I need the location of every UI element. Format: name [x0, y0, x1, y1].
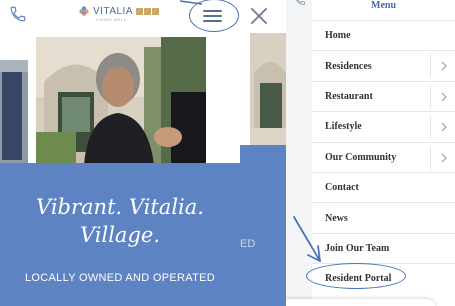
annotation-arrow-icon — [293, 216, 321, 262]
vitalia-logo[interactable]: VITALIA — [78, 4, 159, 18]
home-screen: VITALIA LIVING WELL Vibrant. Vitalia. Vi… — [0, 0, 240, 306]
menu-title: Menu — [371, 0, 396, 11]
tagline-line-1: Vibrant. Vitalia. — [36, 195, 204, 219]
menu-item-label: Residences — [325, 60, 372, 72]
menu-item-home[interactable]: Home — [312, 20, 455, 50]
logo-subtitle: LIVING WELL — [96, 17, 127, 22]
menu-item-lifestyle[interactable]: Lifestyle — [312, 111, 455, 141]
menu-item-label: Restaurant — [325, 90, 373, 102]
tagline-line-2: Village. — [79, 223, 160, 247]
bottom-sheet-edge — [286, 299, 436, 306]
menu-open-background: ED — [240, 0, 286, 306]
screenshot-stage: VITALIA LIVING WELL Vibrant. Vitalia. Vi… — [0, 0, 455, 306]
chevron-right-icon[interactable] — [440, 61, 448, 71]
menu-item-label: Lifestyle — [325, 121, 362, 133]
background-text-peek: ED — [240, 238, 256, 250]
menu-item-divider — [430, 84, 431, 109]
background-banner-peek — [240, 145, 286, 306]
hero-tagline: Vibrant. Vitalia. Village. — [0, 193, 240, 249]
menu-item-contact[interactable]: Contact — [312, 171, 455, 202]
menu-item-divider — [430, 54, 431, 79]
menu-item-join-our-team[interactable]: Join Our Team — [312, 232, 455, 263]
nav-menu-panel: Menu Home Residences Restaurant Lifestyle Ou… — [312, 0, 455, 306]
menu-item-label: Home — [325, 30, 351, 42]
menu-item-news[interactable]: News — [312, 202, 455, 232]
logo-flower-icon — [79, 6, 89, 16]
logo-strip — [136, 7, 159, 15]
menu-item-label: Contact — [325, 182, 359, 194]
logo-text: VITALIA — [93, 5, 133, 17]
hero-photo — [36, 37, 206, 165]
menu-item-label: Join Our Team — [325, 242, 390, 254]
menu-list: Home Residences Restaurant Lifestyle Our Com… — [312, 20, 455, 294]
menu-item-restaurant[interactable]: Restaurant — [312, 80, 455, 111]
hero-subtagline: LOCALLY OWNED AND OPERATED — [25, 272, 215, 284]
chevron-right-icon[interactable] — [440, 153, 448, 163]
phone-icon[interactable] — [9, 5, 27, 23]
menu-item-divider — [430, 115, 431, 140]
close-icon[interactable] — [248, 5, 270, 27]
phone-icon[interactable] — [294, 0, 306, 6]
menu-item-label: Our Community — [325, 151, 397, 163]
chevron-right-icon[interactable] — [440, 122, 448, 132]
menu-item-our-community[interactable]: Our Community — [312, 141, 455, 172]
menu-item-divider — [430, 145, 431, 170]
annotation-arrow-icon — [180, 0, 203, 5]
chevron-right-icon[interactable] — [440, 92, 448, 102]
background-photo-edge — [0, 60, 28, 165]
menu-item-residences[interactable]: Residences — [312, 50, 455, 80]
